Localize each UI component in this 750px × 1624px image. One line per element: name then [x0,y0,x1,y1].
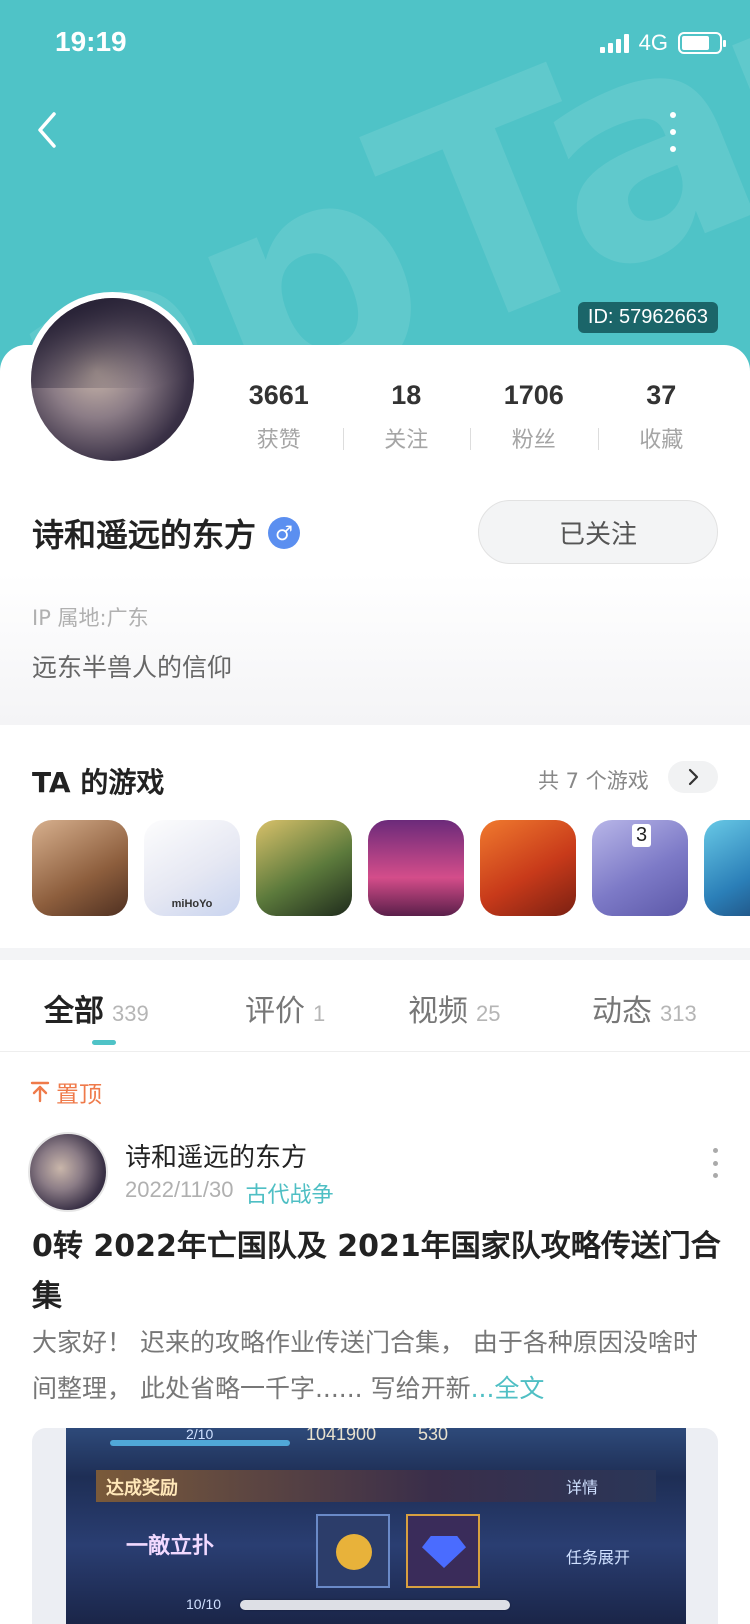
stat-following[interactable]: 18 关注 [342,380,471,454]
post-excerpt-text: 大家好！ 迟来的攻略作业传送门合集， 由于各种原因没啥时间整理， 此处省略一千字… [32,1328,698,1403]
post-excerpt[interactable]: 大家好！ 迟来的攻略作业传送门合集， 由于各种原因没啥时间整理， 此处省略一千字… [32,1320,722,1412]
games-title: TA 的游戏 [32,766,165,799]
reward-title: 达成奖励 [106,1478,178,1499]
tab-label: 全部 [44,994,104,1029]
tab-count: 1 [313,1001,326,1026]
follow-button[interactable]: 已关注 [478,500,718,564]
username: 诗和遥远的东方 [32,516,257,554]
game-icon-7[interactable] [704,820,750,916]
game-icon-5[interactable] [480,820,576,916]
read-more-link[interactable]: ...全文 [471,1374,545,1403]
diamond-icon [406,1514,480,1588]
vertical-dots-icon [712,1148,718,1153]
signal-icon [599,33,629,53]
chevron-left-icon [38,112,56,148]
stat-value: 3661 [248,380,309,410]
games-section: TA 的游戏 共 7 个游戏 miHoYo 3 [0,725,750,948]
tab-count: 25 [476,1001,501,1026]
avatar[interactable] [25,292,200,467]
detail-label: 详情 [566,1478,599,1497]
progress-bottom: 10/10 [186,1596,222,1612]
more-options-button[interactable] [666,112,680,152]
game-icon-list: miHoYo 3 [32,820,750,916]
stat-label: 关注 [384,428,429,453]
stat-value: 1706 [503,380,564,410]
game-screenshot: 2/10 1041900 530 达成奖励 详情 一敵立扑 任务展开 10/10 [66,1428,686,1624]
expand-label: 任务展开 [566,1548,631,1567]
male-gender-icon: ♂ [268,517,301,549]
game-icon-4[interactable] [368,820,464,916]
pinned-label: 置顶 [30,1075,102,1109]
content-tabs: 全部 339 评价 1 视频 25 动态 313 [0,960,750,1052]
tab-activity[interactable]: 动态 313 [592,986,697,1030]
tab-label: 视频 [408,994,468,1029]
progress-top: 2/10 [186,1428,214,1442]
stat-favorites[interactable]: 37 收藏 [597,380,726,454]
profile-stats: 3661 获赞 18 关注 1706 粉丝 37 收藏 [215,380,725,454]
post-more-button[interactable] [710,1148,720,1178]
stat-value: 37 [646,380,677,410]
games-count[interactable]: 共 7 个游戏 [538,765,649,795]
game-publisher-label: miHoYo [171,898,213,910]
post-title[interactable]: 0转 2022年亡国队及 2021年国家队攻略传送门合集 [32,1222,722,1322]
post-game-tag[interactable]: 古代战争 [245,1177,333,1209]
stat-label: 粉丝 [511,428,556,453]
network-type: 4G [638,30,668,55]
pin-top-icon [30,1081,50,1103]
stat-label: 获赞 [256,428,301,453]
emblem-label: 一敵立扑 [126,1534,215,1559]
game-icon-1[interactable] [32,820,128,916]
username-row: 诗和遥远的东方 ♂ [32,510,301,556]
ip-location: IP 属地:广东 [32,606,149,630]
tab-label: 评价 [245,994,305,1029]
section-divider [0,948,750,960]
tab-videos[interactable]: 视频 25 [408,986,500,1030]
post-author-name[interactable]: 诗和遥远的东方 [125,1137,307,1174]
status-time: 19:19 [55,26,127,57]
pinned-text: 置顶 [56,1082,102,1108]
user-id-badge[interactable]: ID: 57962663 [577,302,718,333]
stat-likes[interactable]: 3661 获赞 [215,380,343,454]
user-bio: 远东半兽人的信仰 [32,653,233,682]
game-icon-2[interactable]: miHoYo [144,820,240,916]
status-indicators: 4G [599,30,726,56]
home-indicator[interactable] [240,1600,510,1610]
tab-count: 313 [660,1001,697,1026]
tab-count: 339 [112,1001,149,1026]
post-author-avatar[interactable] [28,1132,108,1212]
vertical-dots-icon [670,112,676,118]
post-image[interactable]: 2/10 1041900 530 达成奖励 详情 一敵立扑 任务展开 10/10 [32,1428,718,1624]
games-more-button[interactable] [668,761,718,793]
chevron-right-icon [688,768,699,786]
tab-reviews[interactable]: 评价 1 [245,986,325,1030]
post-date: 2022/11/30 [125,1177,234,1202]
score-small: 530 [418,1428,449,1444]
stat-followers[interactable]: 1706 粉丝 [470,380,598,454]
stat-label: 收藏 [639,428,684,453]
game-icon-6[interactable]: 3 [592,820,688,916]
game-icon-3[interactable] [256,820,352,916]
score-top: 1041900 [306,1428,377,1444]
post-meta: 2022/11/30 古代战争 [125,1177,334,1209]
stat-value: 18 [391,380,422,410]
back-button[interactable] [30,108,66,152]
game-number-label: 3 [632,824,652,847]
gold-coins-icon [316,1514,390,1588]
tab-label: 动态 [592,994,652,1029]
tab-all[interactable]: 全部 339 [44,986,149,1030]
active-tab-indicator [92,1040,116,1045]
battery-icon [678,32,726,54]
